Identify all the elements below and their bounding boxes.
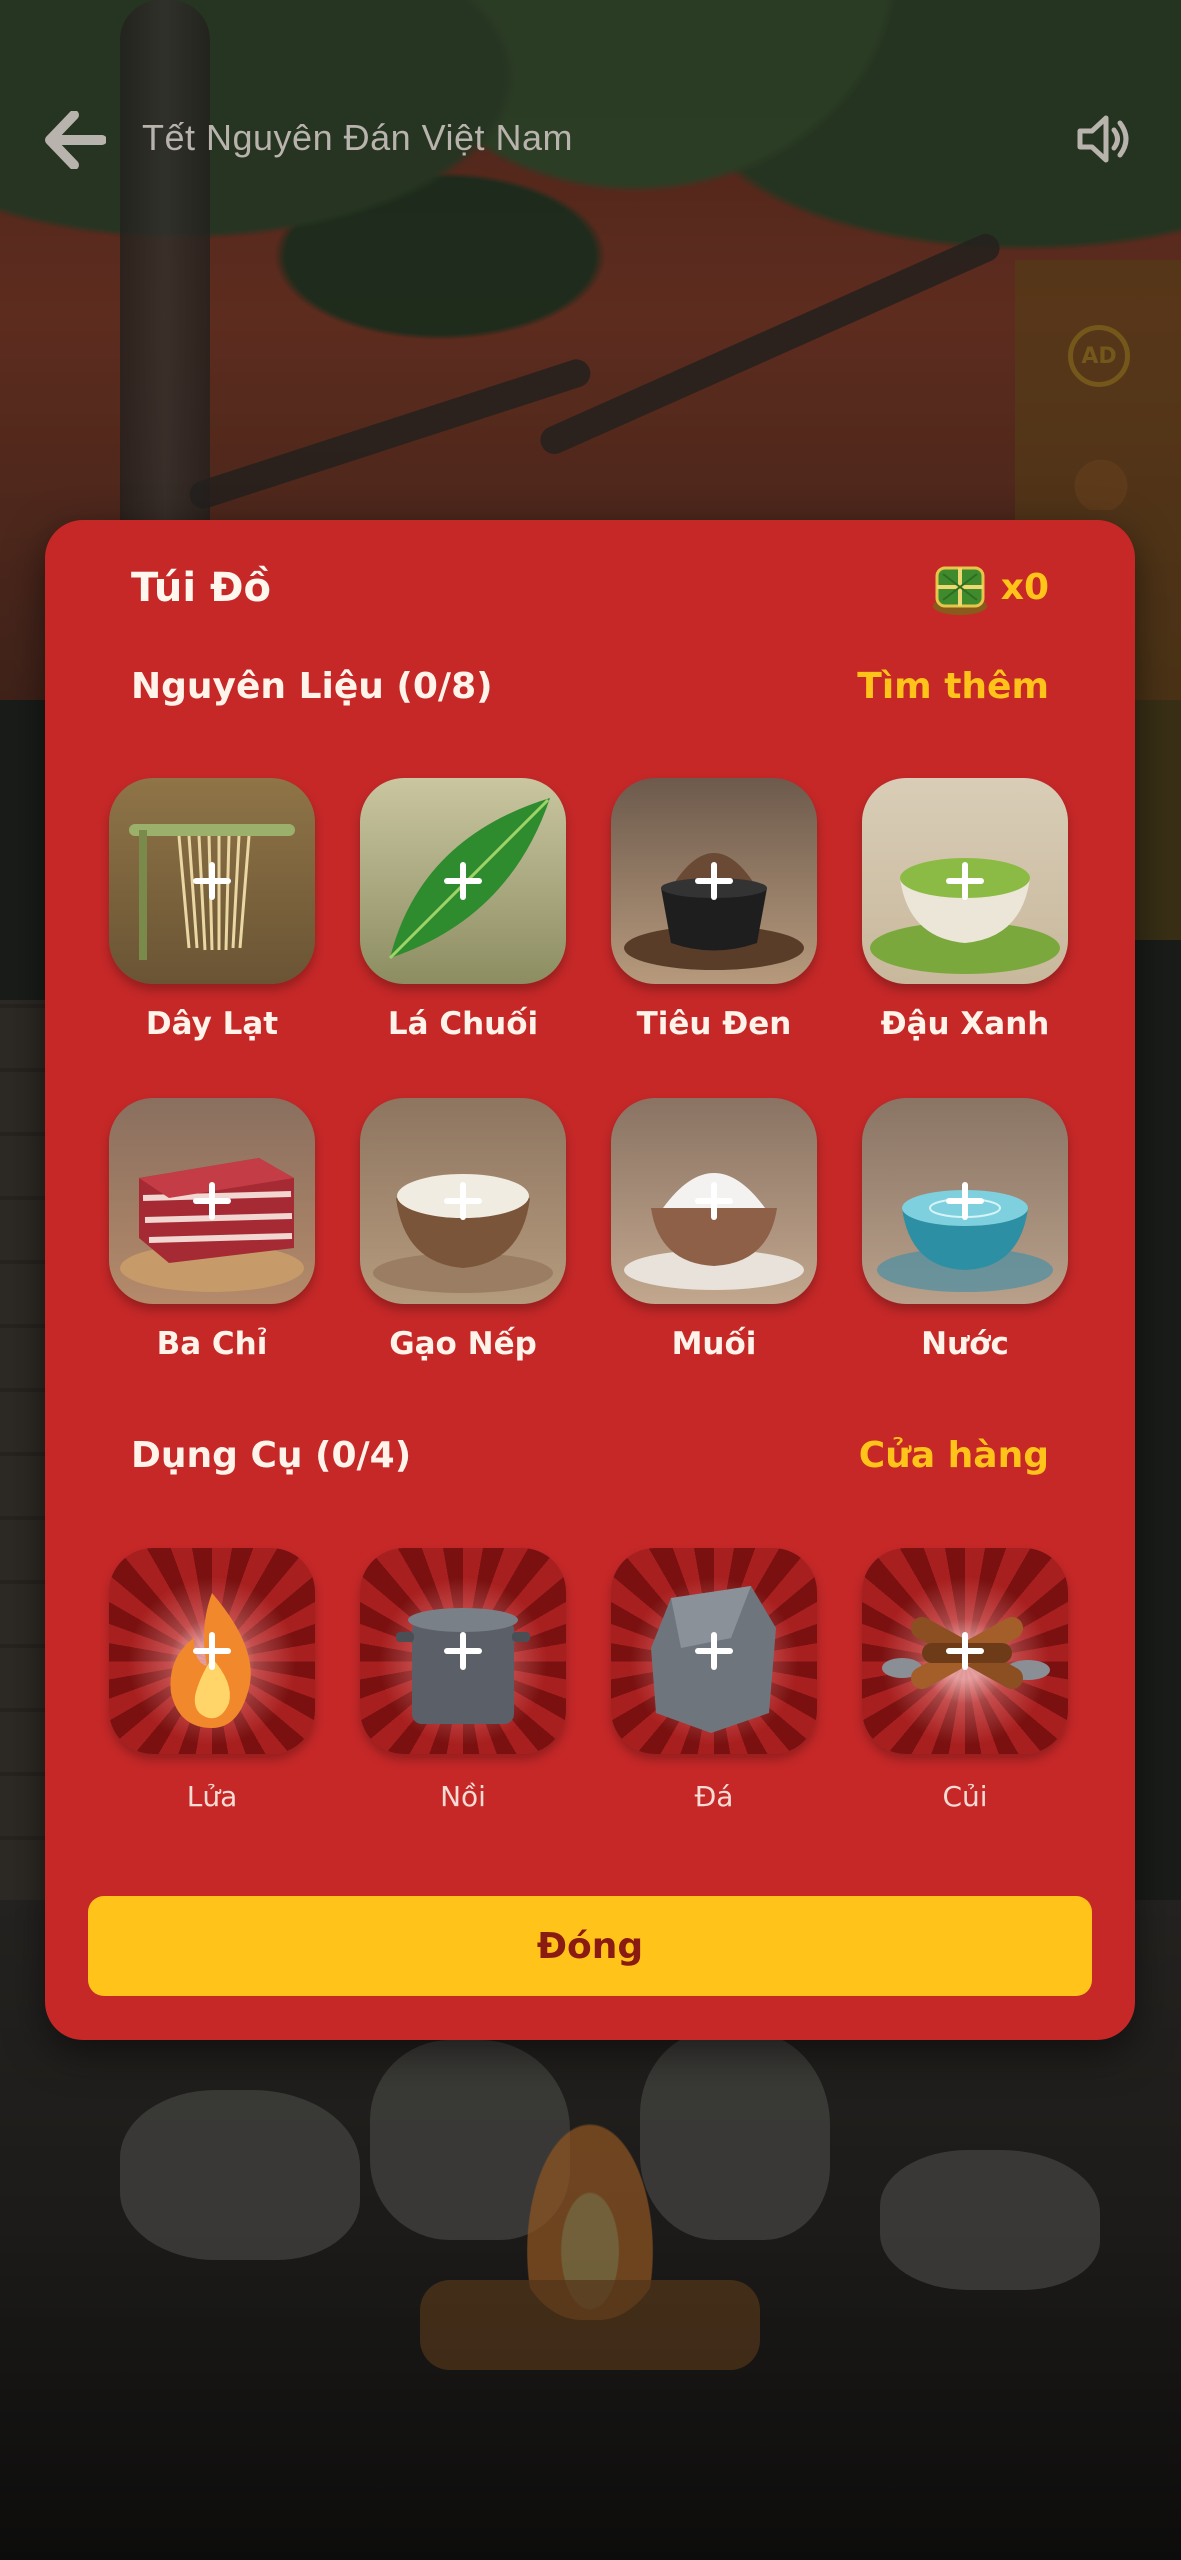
currency-counter: x0	[929, 556, 1049, 618]
ingredient-label: Tiêu Đen	[636, 1006, 792, 1042]
add-icon	[946, 1182, 984, 1220]
tool-label: Đá	[694, 1780, 734, 1813]
ingredient-slot-dau-xanh[interactable]: Đậu Xanh	[862, 778, 1068, 1042]
add-icon	[695, 862, 733, 900]
arrow-left-icon	[45, 111, 106, 169]
banh-chung-icon	[932, 566, 987, 615]
close-button[interactable]: Đóng	[88, 1896, 1092, 1996]
tool-label: Củi	[942, 1780, 988, 1813]
top-bar: Tết Nguyên Đán Việt Nam	[0, 95, 1181, 185]
modal-title: Túi Đồ	[131, 565, 271, 611]
tool-slot-cui[interactable]: Củi	[862, 1548, 1068, 1813]
ingredient-tile	[862, 1098, 1068, 1304]
ingredient-label: Gạo Nếp	[389, 1326, 537, 1362]
ingredients-title: Nguyên Liệu (0/8)	[131, 666, 493, 707]
tool-label: Lửa	[186, 1780, 238, 1813]
tool-slot-lua[interactable]: Lửa	[109, 1548, 315, 1813]
tool-tile	[360, 1548, 566, 1754]
ingredient-label: Nước	[921, 1326, 1009, 1362]
currency-count: x0	[1000, 566, 1049, 608]
tool-tile	[862, 1548, 1068, 1754]
page-title: Tết Nguyên Đán Việt Nam	[142, 117, 574, 158]
ingredient-label: Đậu Xanh	[880, 1006, 1050, 1042]
ingredient-slot-tieu-den[interactable]: Tiêu Đen	[611, 778, 817, 1042]
back-button[interactable]	[40, 107, 110, 173]
add-icon	[946, 1632, 984, 1670]
ingredient-tile	[611, 778, 817, 984]
add-icon	[444, 862, 482, 900]
ingredient-label: Muối	[671, 1326, 757, 1362]
add-icon	[193, 1182, 231, 1220]
tool-slot-noi[interactable]: Nồi	[360, 1548, 566, 1813]
ingredient-slot-la-chuoi[interactable]: Lá Chuối	[360, 778, 566, 1042]
tool-tile	[109, 1548, 315, 1754]
add-icon	[193, 862, 231, 900]
tool-label: Nồi	[440, 1780, 486, 1813]
add-icon	[946, 862, 984, 900]
ingredient-tile	[360, 778, 566, 984]
ingredient-label: Dây Lạt	[145, 1006, 279, 1042]
shop-link[interactable]: Cửa hàng	[859, 1435, 1049, 1476]
inventory-modal: Túi Đồ x0 Nguyên Liệu (0/8) Tìm thêm Dây…	[45, 520, 1135, 2040]
tools-title: Dụng Cụ (0/4)	[131, 1435, 412, 1476]
ingredient-slot-ba-chi[interactable]: Ba Chỉ	[109, 1098, 315, 1362]
ingredient-tile	[862, 778, 1068, 984]
ingredient-slot-nuoc[interactable]: Nước	[862, 1098, 1068, 1362]
ingredient-tile	[109, 778, 315, 984]
ingredient-tile	[109, 1098, 315, 1304]
ingredient-tile	[611, 1098, 817, 1304]
add-icon	[193, 1632, 231, 1670]
ingredients-grid: Dây Lạt Lá Chuối Tiêu Đen Đậu Xanh Ba Ch…	[109, 778, 1069, 1362]
ingredient-tile	[360, 1098, 566, 1304]
ingredient-slot-muoi[interactable]: Muối	[611, 1098, 817, 1362]
tools-grid: Lửa Nồi Đá Củi	[109, 1548, 1069, 1813]
add-icon	[444, 1182, 482, 1220]
ingredient-label: Lá Chuối	[387, 1006, 539, 1042]
tool-slot-da[interactable]: Đá	[611, 1548, 817, 1813]
sound-button[interactable]	[1072, 109, 1136, 169]
tool-tile	[611, 1548, 817, 1754]
add-icon	[695, 1632, 733, 1670]
add-icon	[444, 1632, 482, 1670]
speaker-icon	[1077, 115, 1129, 163]
find-more-link[interactable]: Tìm thêm	[857, 666, 1049, 707]
ingredient-label: Ba Chỉ	[156, 1326, 268, 1362]
ingredient-slot-day-lat[interactable]: Dây Lạt	[109, 778, 315, 1042]
ingredient-slot-gao-nep[interactable]: Gạo Nếp	[360, 1098, 566, 1362]
add-icon	[695, 1182, 733, 1220]
